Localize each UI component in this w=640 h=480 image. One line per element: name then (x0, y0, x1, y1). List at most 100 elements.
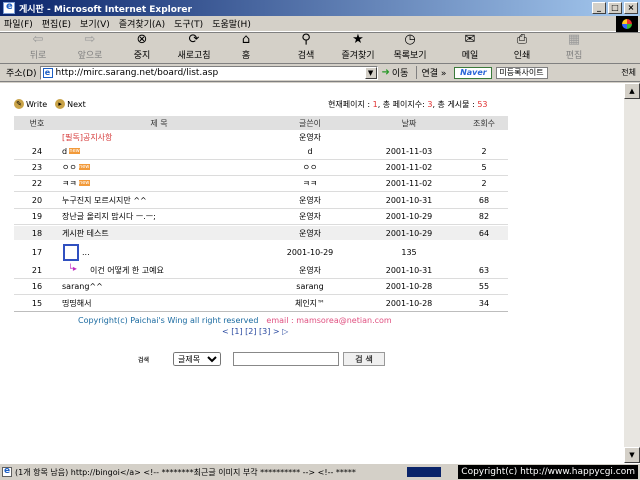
forward-arrow-icon: ⇨ (84, 32, 96, 47)
links-button[interactable]: 연결 » (416, 66, 446, 79)
write-link[interactable]: ✎ Write (14, 99, 47, 109)
maximize-button[interactable]: □ (608, 2, 622, 14)
notice-row[interactable]: [필독]공지사항 운영자 (14, 130, 508, 144)
go-label: 이동 (391, 69, 409, 79)
menu-file[interactable]: 파일(F) (4, 17, 33, 30)
menu-favorites[interactable]: 즐겨찾기(A) (119, 17, 165, 30)
row-subject[interactable]: ... (82, 248, 90, 257)
table-row[interactable]: 21 이건 어떻게 한 고예요 운영자 2001-10-31 63 (14, 263, 508, 277)
row-subject[interactable]: 이건 어떻게 한 고예요 (90, 265, 164, 276)
row-divider (14, 224, 508, 225)
next-icon: ▸ (55, 99, 66, 109)
new-badge-icon: new (78, 164, 90, 170)
ie-icon (3, 1, 15, 14)
search-form: 검색 글제목 검 색 (138, 352, 386, 366)
row-views: 5 (481, 162, 487, 172)
minimize-button[interactable]: _ (592, 2, 606, 14)
stop-label: 중지 (133, 51, 151, 61)
next-link[interactable]: ▸ Next (55, 99, 86, 109)
row-views: 2 (481, 178, 487, 188)
row-subject[interactable]: ㅋㅋ new (62, 178, 90, 189)
home-button[interactable]: ⌂ 홈 (220, 33, 272, 63)
row-num: 23 (31, 162, 43, 172)
search-field-select[interactable]: 글제목 (173, 352, 222, 366)
header-num: 번호 (29, 118, 45, 128)
all-label[interactable]: 전체 (621, 67, 636, 78)
search-button[interactable]: ⚲ 검색 (280, 33, 332, 63)
menu-help[interactable]: 도움말(H) (212, 17, 251, 30)
table-row[interactable]: 23 ㅇㅇ new ㅇㅇ 2001-11-02 5 (14, 160, 508, 174)
row-subject[interactable]: ㅇㅇ new (62, 162, 90, 173)
status-text: (1개 항목 남음) http://bingoi</a> <!-- ******… (15, 467, 356, 477)
back-button[interactable]: ⇦ 뒤로 (12, 33, 64, 63)
forward-button[interactable]: ⇨ 앞으로 (64, 33, 116, 63)
scroll-up-icon[interactable]: ▲ (624, 83, 640, 99)
row-subject[interactable]: 장난글 올리지 맙시다 ㅡ.ㅡ; (62, 211, 156, 222)
row-divider (14, 191, 508, 192)
back-label: 뒤로 (29, 51, 47, 61)
email-link[interactable]: email : mamsorea@netian.com (266, 316, 391, 325)
broken-image-placeholder (63, 244, 79, 261)
print-button[interactable]: ⎙ 인쇄 (496, 33, 548, 63)
scroll-down-icon[interactable]: ▼ (624, 447, 640, 463)
table-row[interactable]: 17 ... 2001-10-29 135 (14, 245, 508, 259)
menu-edit[interactable]: 편집(E) (42, 17, 71, 30)
table-bottom-border (14, 311, 508, 312)
address-bar: 주소(D) e http://mirc.sarang.net/board/lis… (0, 64, 640, 82)
close-button[interactable]: × (624, 2, 638, 14)
notice-subject[interactable]: [필독]공지사항 (62, 132, 112, 143)
page-info: 현재페이지 : 1, 총 페이지수: 3, 총 게시물 : 53 (328, 99, 488, 110)
edit-button[interactable]: ▦ 편집 (548, 33, 600, 63)
menu-view[interactable]: 보기(V) (80, 17, 110, 30)
edit-label: 편집 (565, 51, 583, 61)
row-author: 체인지™ (294, 298, 326, 308)
mail-label: 메일 (461, 51, 479, 61)
go-button[interactable]: ➜ 이동 (382, 66, 409, 79)
row-author: 운영자 (298, 228, 322, 238)
mail-button[interactable]: ✉ 메일 (444, 33, 496, 63)
row-date: 2001-10-29 (385, 211, 433, 221)
row-author: sarang (296, 281, 324, 291)
history-button[interactable]: ◷ 목록보기 (384, 33, 436, 63)
windows-logo-icon (616, 16, 638, 32)
write-label: Write (26, 99, 48, 109)
table-row[interactable]: 22 ㅋㅋ new ㅋㅋ 2001-11-02 2 (14, 176, 508, 190)
vertical-scrollbar[interactable]: ▲ ▼ (624, 83, 640, 463)
favorites-button[interactable]: ★ 즐겨찾기 (332, 33, 384, 63)
table-row[interactable]: 16 sarang^^ sarang 2001-10-28 55 (14, 279, 508, 293)
table-row[interactable]: 15 띵띵해서 체인지™ 2001-10-28 34 (14, 296, 508, 310)
stop-button[interactable]: ⊗ 중지 (116, 33, 168, 63)
search-form-label: 검색 (138, 356, 150, 364)
edit-icon: ▦ (567, 32, 581, 47)
row-subject[interactable]: 누구진지 모르시지만 ^^ (62, 195, 147, 206)
refresh-button[interactable]: ⟳ 새로고침 (168, 33, 220, 63)
page-loading-icon (2, 466, 12, 477)
status-right-text: Copyright(c) http://www.happycgi.com (458, 465, 638, 479)
printer-icon: ⎙ (516, 32, 528, 47)
address-input[interactable]: e http://mirc.sarang.net/board/list.asp … (39, 65, 378, 80)
row-num: 22 (31, 178, 43, 188)
menu-tools[interactable]: 도구(T) (174, 17, 203, 30)
new-badge-icon: new (78, 180, 90, 186)
table-row[interactable]: 24 d new d 2001-11-03 2 (14, 144, 508, 158)
notice-author: 운영자 (298, 132, 322, 142)
table-row[interactable]: 20 누구진지 모르시지만 ^^ 운영자 2001-10-31 68 (14, 193, 508, 207)
table-row[interactable]: 19 장난글 올리지 맙시다 ㅡ.ㅡ; 운영자 2001-10-29 82 (14, 209, 508, 223)
site-box[interactable]: 미등록사이트 (496, 66, 549, 79)
reply-arrow-icon: └▸ (68, 264, 77, 273)
row-subject[interactable]: 띵띵해서 (62, 298, 91, 309)
pagination[interactable]: < [1] [2] [3] > ▷ (222, 327, 288, 336)
naver-toolbar-logo[interactable]: Naver (454, 66, 493, 79)
search-input[interactable] (233, 352, 340, 366)
home-icon: ⌂ (241, 32, 251, 47)
window-title: 게시판 - Microsoft Internet Explorer (19, 4, 192, 15)
row-num: 24 (31, 146, 43, 156)
row-subject[interactable]: d new (62, 147, 81, 156)
table-row[interactable]: 18 게시판 테스트 운영자 2001-10-29 64 (14, 226, 508, 240)
history-label: 목록보기 (393, 51, 427, 61)
search-submit-button[interactable]: 검 색 (343, 352, 386, 366)
chevron-down-icon[interactable]: ▼ (364, 66, 377, 79)
row-views: 64 (478, 228, 490, 238)
row-subject[interactable]: 게시판 테스트 (62, 228, 109, 239)
row-subject[interactable]: sarang^^ (62, 282, 103, 291)
